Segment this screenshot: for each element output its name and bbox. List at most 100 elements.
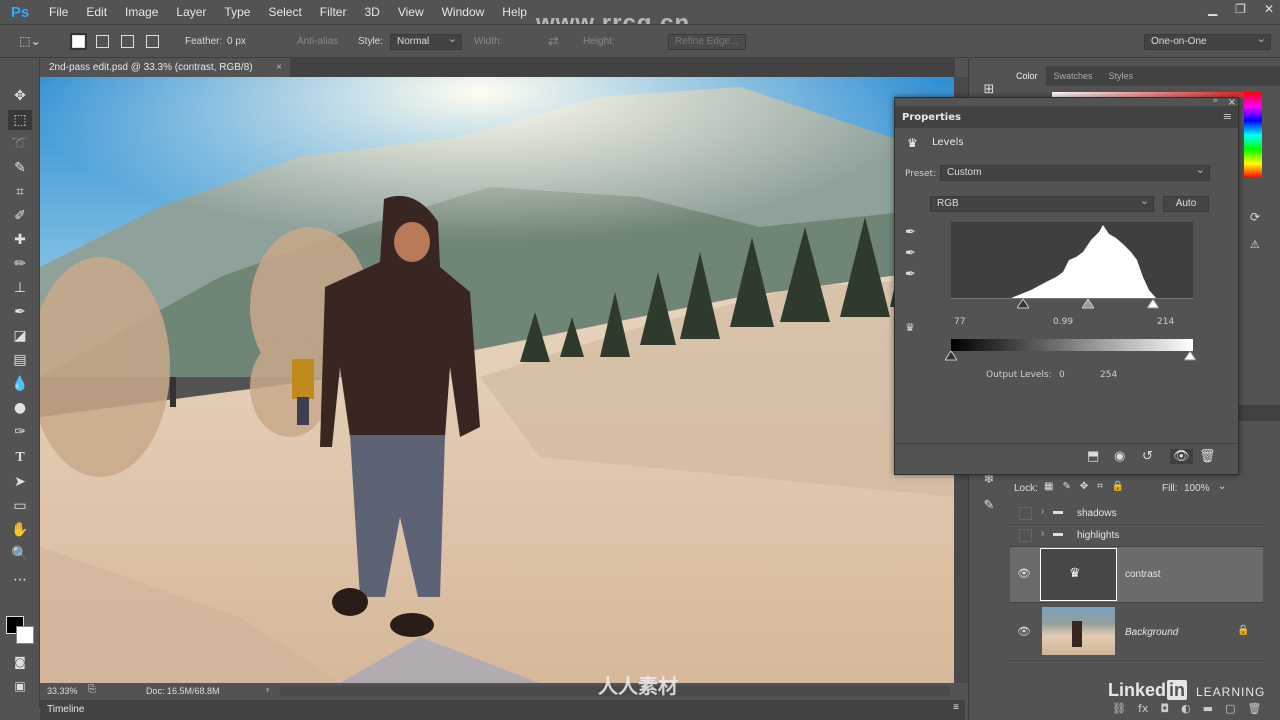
move-tool-icon[interactable]: ✥ xyxy=(8,86,32,106)
menu-image[interactable]: Image xyxy=(116,5,167,19)
document-tab[interactable]: 2nd-pass edit.psd @ 33.3% (contrast, RGB… xyxy=(40,58,290,77)
eraser-tool-icon[interactable]: ◪ xyxy=(8,326,32,346)
output-black-handle[interactable] xyxy=(945,351,957,361)
clip-to-layer-icon[interactable]: ⬒ xyxy=(1087,449,1099,464)
dodge-tool-icon[interactable]: ● xyxy=(8,398,32,418)
clone-stamp-tool-icon[interactable]: ⊥ xyxy=(8,278,32,298)
color-spectrum[interactable] xyxy=(1244,92,1262,178)
rectangle-tool-icon[interactable]: ▭ xyxy=(8,496,32,516)
layer-row-background[interactable]: 👁 Background 🔒 xyxy=(1010,603,1263,661)
layer-row-contrast[interactable]: 👁 ♛ contrast xyxy=(1010,547,1263,603)
antialias-checkbox[interactable]: Anti-alias xyxy=(297,36,338,47)
minimize-icon[interactable]: ▁ xyxy=(1208,2,1217,16)
white-eyedropper-icon[interactable]: ✒ xyxy=(905,267,921,283)
layer-row-shadows[interactable]: › ▬ shadows xyxy=(1010,503,1263,525)
gray-eyedropper-icon[interactable]: ✒ xyxy=(905,246,921,262)
timeline-menu-icon[interactable]: ≡ xyxy=(953,702,959,713)
intersect-selection-icon[interactable] xyxy=(146,35,159,48)
crop-tool-icon[interactable]: ⌗ xyxy=(8,182,32,202)
tab-color[interactable]: Color xyxy=(1008,66,1046,86)
menu-file[interactable]: File xyxy=(40,5,77,19)
timeline-tab[interactable]: Timeline xyxy=(47,704,84,715)
marquee-preset-icon[interactable]: ⬚⌄ xyxy=(18,31,42,51)
add-selection-icon[interactable] xyxy=(96,35,109,48)
delete-layer-icon[interactable]: 🗑 xyxy=(1247,702,1261,715)
menu-layer[interactable]: Layer xyxy=(167,5,215,19)
add-mask-icon[interactable]: ◘ xyxy=(1160,702,1169,715)
input-black-handle[interactable] xyxy=(1017,299,1029,309)
pen-tool-icon[interactable]: ✑ xyxy=(8,422,32,442)
more-tools-icon[interactable]: ⋯ xyxy=(8,570,32,590)
input-gamma-value[interactable]: 0.99 xyxy=(1053,317,1073,327)
clipping-icon[interactable]: ♛ xyxy=(905,321,915,334)
quick-select-tool-icon[interactable]: ✎ xyxy=(8,158,32,178)
output-white-value[interactable]: 254 xyxy=(1100,370,1117,380)
menu-edit[interactable]: Edit xyxy=(77,5,116,19)
type-tool-icon[interactable]: T xyxy=(8,448,32,468)
fx-icon[interactable]: fx xyxy=(1138,702,1148,715)
swap-icon[interactable]: ⇄ xyxy=(548,33,559,49)
eye-icon[interactable]: 👁 xyxy=(1017,625,1031,638)
menu-select[interactable]: Select xyxy=(259,5,310,19)
tab-styles[interactable]: Styles xyxy=(1101,66,1142,86)
workspace-select[interactable]: One-on-One xyxy=(1144,32,1271,50)
hand-tool-icon[interactable]: ✋ xyxy=(8,520,32,540)
menu-window[interactable]: Window xyxy=(433,5,494,19)
document-canvas[interactable] xyxy=(40,77,955,683)
marquee-tool-icon[interactable]: ⬚ xyxy=(8,110,32,130)
preset-select[interactable]: Custom xyxy=(940,163,1210,181)
input-gamma-handle[interactable] xyxy=(1082,299,1094,309)
toggle-visibility-icon[interactable]: 👁 xyxy=(1170,449,1193,464)
screen-mode-icon[interactable]: ▣ xyxy=(8,676,32,696)
quick-mask-icon[interactable]: ◙ xyxy=(8,652,32,672)
style-select[interactable]: Normal xyxy=(390,32,462,50)
panel-menu-icon[interactable]: ≡ xyxy=(1223,110,1232,123)
output-black-value[interactable]: 0 xyxy=(1059,370,1065,380)
export-icon[interactable]: ⎘ xyxy=(88,684,96,695)
doc-size[interactable]: Doc: 16.5M/68.8M xyxy=(146,686,220,696)
refine-edge-button[interactable]: Refine Edge... xyxy=(668,34,746,50)
background-color-swatch[interactable] xyxy=(16,626,34,644)
subtract-selection-icon[interactable] xyxy=(121,35,134,48)
expand-chevron-icon[interactable]: › xyxy=(1041,528,1044,539)
input-black-value[interactable]: 77 xyxy=(954,317,965,327)
menu-filter[interactable]: Filter xyxy=(311,5,356,19)
fill-dropdown-icon[interactable]: ⌄ xyxy=(1218,481,1226,492)
tab-swatches[interactable]: Swatches xyxy=(1046,66,1101,86)
brush-settings-icon[interactable]: ✎ xyxy=(977,496,1001,516)
collapse-icon[interactable]: » xyxy=(1212,96,1218,106)
new-group-icon[interactable]: ▬ xyxy=(1203,702,1213,715)
new-selection-icon[interactable] xyxy=(70,33,87,50)
feather-field[interactable]: 0 px xyxy=(227,36,246,47)
expand-chevron-icon[interactable]: › xyxy=(1041,506,1044,517)
visibility-toggle[interactable] xyxy=(1019,507,1032,520)
output-white-handle[interactable] xyxy=(1184,351,1196,361)
restore-icon[interactable]: ❐ xyxy=(1235,2,1246,16)
input-white-handle[interactable] xyxy=(1147,299,1159,309)
menu-help[interactable]: Help xyxy=(493,5,536,19)
layer-row-highlights[interactable]: › ▬ highlights xyxy=(1010,525,1263,547)
zoom-tool-icon[interactable]: 🔍 xyxy=(8,544,32,564)
zoom-level[interactable]: 33.33% xyxy=(47,686,78,696)
healing-brush-tool-icon[interactable]: ✚ xyxy=(8,230,32,250)
lock-icons[interactable]: ▦✎✥⌗🔒 xyxy=(1044,481,1133,492)
link-layers-icon[interactable]: ⛓ xyxy=(1112,702,1126,715)
channel-select[interactable]: RGB xyxy=(930,194,1154,212)
blur-tool-icon[interactable]: 💧 xyxy=(8,374,32,394)
lasso-tool-icon[interactable]: ➰ xyxy=(8,134,32,154)
menu-type[interactable]: Type xyxy=(215,5,259,19)
view-previous-icon[interactable]: ◉ xyxy=(1114,449,1125,464)
brush-tool-icon[interactable]: ✏ xyxy=(8,254,32,274)
close-tab-icon[interactable]: × xyxy=(276,58,282,77)
auto-button[interactable]: Auto xyxy=(1163,196,1209,212)
history-brush-tool-icon[interactable]: ✒ xyxy=(8,302,32,322)
black-eyedropper-icon[interactable]: ✒ xyxy=(905,225,921,241)
new-adjustment-icon[interactable]: ◐ xyxy=(1181,702,1191,715)
fill-value[interactable]: 100% xyxy=(1184,483,1210,494)
refresh-icon[interactable]: ⟳ xyxy=(1250,210,1260,224)
path-selection-tool-icon[interactable]: ➤ xyxy=(8,472,32,492)
close-panel-icon[interactable]: × xyxy=(1228,97,1236,108)
reset-icon[interactable]: ↺ xyxy=(1142,449,1153,464)
new-layer-icon[interactable]: ▢ xyxy=(1225,702,1235,715)
input-white-value[interactable]: 214 xyxy=(1157,317,1174,327)
